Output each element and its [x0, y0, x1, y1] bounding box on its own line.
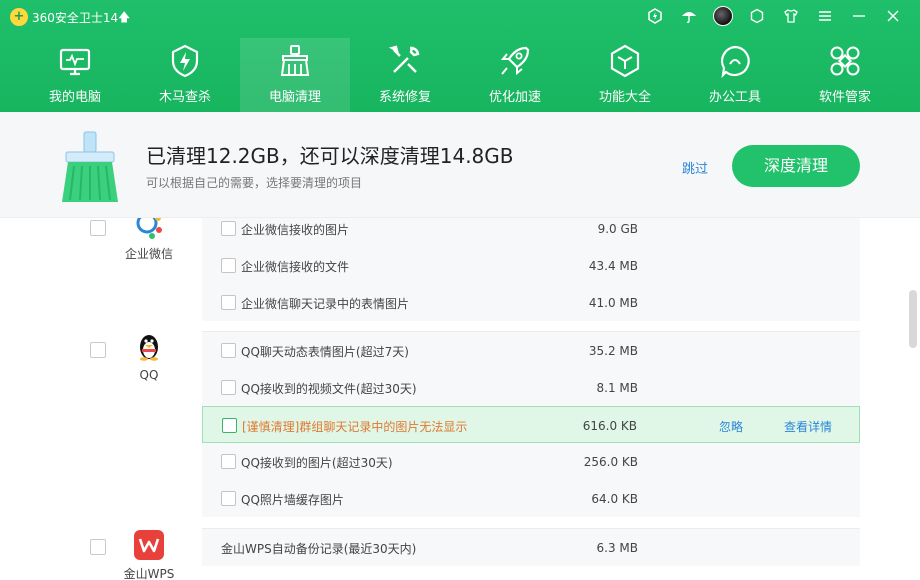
banner-title: 已清理12.2GB，还可以深度清理14.8GB — [146, 144, 514, 168]
item-checkbox[interactable] — [221, 295, 236, 310]
nav-label: 木马查杀 — [158, 90, 211, 105]
nav-label: 系统修复 — [378, 90, 431, 105]
nav-label: 功能大全 — [598, 90, 651, 105]
item-size: 43.4 MB — [588, 259, 638, 273]
minimize-icon[interactable] — [848, 5, 870, 27]
item-size: 64.0 KB — [591, 492, 638, 506]
app-name: 金山WPS — [123, 567, 175, 580]
wrench-screwdriver-icon — [388, 45, 420, 73]
app-title: 360安全卫士14 — [32, 11, 119, 25]
nav-software-manager[interactable]: 软件管家 — [790, 38, 900, 112]
item-checkbox[interactable] — [221, 343, 236, 358]
group-checkbox[interactable] — [90, 342, 106, 358]
nav-label: 办公工具 — [708, 90, 761, 105]
app-logo: + — [10, 8, 28, 26]
monitor-icon — [59, 48, 91, 76]
grid-flower-icon — [830, 46, 860, 76]
list-item-warning[interactable]: [谨慎清理]群组聊天记录中的图片无法显示 616.0 KB 忽略 查看详情 — [202, 406, 860, 443]
items-panel: 企业微信接收的图片 9.0 GB 企业微信接收的文件 43.4 MB 企业微信聊… — [202, 218, 860, 321]
cleanup-summary-banner: 已清理12.2GB，还可以深度清理14.8GB 可以根据自己的需要，选择要清理的… — [0, 112, 920, 218]
main-nav: 我的电脑 木马查杀 电脑清理 系统修复 优化加速 功能大全 办公工具 软件管家 — [20, 38, 900, 112]
item-checkbox[interactable] — [221, 380, 236, 395]
item-checkbox[interactable] — [221, 221, 236, 236]
item-size: 35.2 MB — [588, 344, 638, 358]
item-size: 616.0 KB — [582, 419, 637, 433]
list-item[interactable]: QQ接收到的视频文件(超过30天) 8.1 MB — [202, 369, 860, 406]
scrollbar-thumb[interactable] — [909, 290, 917, 348]
app-name: 企业微信 — [124, 247, 173, 261]
nav-all-features[interactable]: 功能大全 — [570, 38, 680, 112]
item-label: QQ聊天动态表情图片(超过7天) — [241, 345, 409, 359]
skin-hexagon-icon[interactable] — [746, 5, 768, 27]
nav-label: 软件管家 — [818, 90, 871, 105]
group-checkbox[interactable] — [90, 539, 106, 555]
item-label: QQ照片墙缓存图片 — [241, 493, 344, 507]
list-item[interactable]: QQ照片墙缓存图片 64.0 KB — [202, 480, 860, 517]
broom-illustration-icon — [62, 131, 118, 202]
item-checkbox[interactable] — [221, 491, 236, 506]
wps-icon — [134, 530, 164, 560]
list-item[interactable]: 金山WPS自动备份记录(最近30天内) 6.3 MB — [202, 529, 860, 566]
item-label: QQ接收到的视频文件(超过30天) — [241, 382, 417, 396]
deep-clean-button[interactable]: 深度清理 — [732, 145, 860, 187]
ignore-link[interactable]: 忽略 — [719, 418, 743, 435]
list-item[interactable]: QQ接收到的图片(超过30天) 256.0 KB — [202, 443, 860, 480]
item-size: 41.0 MB — [588, 296, 638, 310]
title-bar: + 360安全卫士14 🡅 — [0, 0, 920, 32]
item-label: 企业微信接收的图片 — [241, 223, 350, 237]
close-icon[interactable] — [882, 5, 904, 27]
banner-subtitle: 可以根据自己的需要，选择要清理的项目 — [146, 176, 363, 190]
nav-label: 电脑清理 — [268, 90, 321, 105]
hex-shield-icon[interactable] — [644, 5, 666, 27]
list-item[interactable]: 企业微信接收的图片 9.0 GB — [202, 218, 860, 247]
nav-speed-up[interactable]: 优化加速 — [460, 38, 570, 112]
item-label: 企业微信接收的文件 — [241, 260, 350, 274]
item-size: 9.0 GB — [597, 222, 638, 236]
tshirt-icon[interactable] — [780, 5, 802, 27]
item-size: 6.3 MB — [596, 541, 638, 555]
item-label: [谨慎清理]群组聊天记录中的图片无法显示 — [242, 420, 468, 434]
cube-icon — [610, 44, 640, 78]
items-panel: QQ聊天动态表情图片(超过7天) 35.2 MB QQ接收到的视频文件(超过30… — [202, 331, 860, 517]
header: + 360安全卫士14 🡅 我的电脑 木马查杀 电脑清理 系统修复 优化加速 功… — [0, 0, 920, 112]
nav-label: 优化加速 — [488, 90, 541, 105]
item-label: 企业微信聊天记录中的表情图片 — [241, 297, 410, 311]
item-label: QQ接收到的图片(超过30天) — [241, 456, 393, 470]
rocket-icon — [500, 46, 530, 76]
item-checkbox[interactable] — [222, 418, 237, 433]
shield-bolt-icon — [171, 44, 199, 78]
item-checkbox[interactable] — [221, 454, 236, 469]
list-item[interactable]: QQ聊天动态表情图片(超过7天) 35.2 MB — [202, 332, 860, 369]
nav-my-computer[interactable]: 我的电脑 — [20, 38, 130, 112]
scrollbar[interactable] — [906, 218, 920, 580]
cleanup-list[interactable]: 企业微信 企业微信接收的图片 9.0 GB 企业微信接收的文件 43.4 MB … — [0, 218, 906, 580]
menu-icon[interactable] — [814, 5, 836, 27]
nav-trojan-scan[interactable]: 木马查杀 — [130, 38, 240, 112]
view-details-link[interactable]: 查看详情 — [784, 418, 832, 435]
item-size: 256.0 KB — [583, 455, 638, 469]
nav-pc-cleanup[interactable]: 电脑清理 — [240, 38, 350, 112]
app-name: QQ — [139, 368, 159, 382]
wecom-icon — [136, 218, 162, 239]
list-item[interactable]: 企业微信接收的文件 43.4 MB — [202, 247, 860, 284]
office-icon — [721, 45, 750, 78]
upgrade-arrow-icon[interactable]: 🡅 — [118, 8, 130, 29]
group-checkbox[interactable] — [90, 220, 106, 236]
nav-office-tools[interactable]: 办公工具 — [680, 38, 790, 112]
list-item[interactable]: 企业微信聊天记录中的表情图片 41.0 MB — [202, 284, 860, 321]
broom-icon — [280, 45, 310, 76]
skip-link[interactable]: 跳过 — [682, 158, 708, 177]
user-avatar[interactable] — [712, 5, 734, 27]
qq-penguin-icon — [140, 335, 158, 361]
item-size: 8.1 MB — [596, 381, 638, 395]
items-panel: 金山WPS自动备份记录(最近30天内) 6.3 MB — [202, 528, 860, 566]
nav-system-repair[interactable]: 系统修复 — [350, 38, 460, 112]
nav-label: 我的电脑 — [48, 90, 101, 105]
item-checkbox[interactable] — [221, 258, 236, 273]
umbrella-icon[interactable] — [678, 5, 700, 27]
item-label: 金山WPS自动备份记录(最近30天内) — [221, 542, 417, 556]
